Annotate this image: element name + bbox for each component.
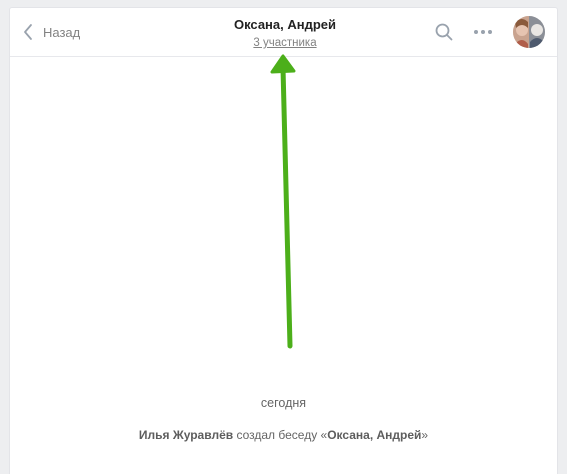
chevron-left-icon — [24, 24, 32, 40]
chat-title-block: Оксана, Андрей 3 участника — [185, 17, 385, 51]
chat-avatar[interactable] — [513, 16, 545, 48]
back-button[interactable]: Назад — [22, 20, 80, 44]
message-chat-name: Оксана, Андрей — [327, 428, 422, 442]
avatar-image — [513, 16, 545, 48]
more-dots-icon — [474, 30, 492, 34]
system-message: Илья Журавлёв создал беседу «Оксана, Анд… — [10, 428, 557, 442]
search-button[interactable] — [434, 22, 454, 42]
message-action: создал беседу « — [233, 428, 328, 442]
chat-panel: Назад Оксана, Андрей 3 участника сегодня… — [9, 7, 558, 474]
more-button[interactable] — [472, 22, 494, 42]
date-separator: сегодня — [260, 396, 307, 410]
message-actor[interactable]: Илья Журавлёв — [139, 428, 233, 442]
back-label: Назад — [43, 24, 81, 40]
chat-title: Оксана, Андрей — [233, 17, 337, 32]
members-link[interactable]: 3 участника — [253, 36, 316, 50]
message-closing: » — [421, 428, 429, 442]
chat-header: Назад Оксана, Андрей 3 участника — [10, 8, 557, 57]
search-icon — [435, 23, 453, 41]
